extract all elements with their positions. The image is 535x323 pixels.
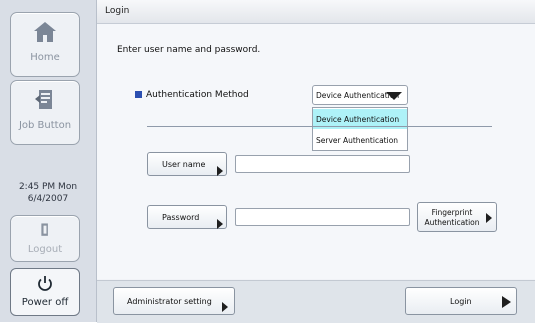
password-input[interactable] bbox=[235, 208, 410, 226]
auth-method-dropdown[interactable]: Device Authentication bbox=[312, 85, 408, 105]
play-arrow-icon bbox=[502, 296, 511, 308]
title-bar: Login bbox=[97, 0, 535, 24]
job-button-icon bbox=[35, 90, 52, 109]
home-button[interactable]: Home bbox=[10, 12, 80, 77]
fingerprint-label: Fingerprint Authentication bbox=[424, 208, 480, 227]
login-form: Enter user name and password. Authentica… bbox=[97, 24, 535, 279]
password-button[interactable]: Password bbox=[147, 205, 227, 229]
play-arrow-icon bbox=[486, 213, 492, 223]
home-label: Home bbox=[30, 52, 60, 63]
auth-method-label: Authentication Method bbox=[135, 90, 249, 100]
login-button[interactable]: Login bbox=[405, 287, 517, 315]
clock-date: 6/4/2007 bbox=[27, 194, 69, 204]
job-button-label: Job Button bbox=[18, 120, 72, 131]
divider bbox=[147, 126, 492, 127]
power-off-button[interactable]: Power off bbox=[10, 268, 80, 316]
user-name-button[interactable]: User name bbox=[147, 152, 227, 176]
clock: 2:45 PM Mon 6/4/2007 bbox=[0, 181, 96, 205]
dropdown-caret-icon bbox=[386, 92, 402, 100]
logout-icon bbox=[41, 223, 48, 236]
login-screen: Home Job Button 2:45 PM Mon 6/4/2007 Log… bbox=[0, 0, 535, 323]
power-icon bbox=[38, 276, 52, 291]
user-name-label: User name bbox=[162, 160, 206, 169]
admin-label: Administrator setting bbox=[127, 297, 212, 306]
footer-bar: Administrator setting Login bbox=[97, 280, 535, 323]
login-label: Login bbox=[450, 297, 472, 306]
play-arrow-icon bbox=[217, 219, 223, 229]
clock-time: 2:45 PM Mon bbox=[18, 182, 78, 192]
administrator-setting-button[interactable]: Administrator setting bbox=[113, 287, 235, 315]
fingerprint-auth-button[interactable]: Fingerprint Authentication bbox=[417, 202, 497, 232]
job-button[interactable]: Job Button bbox=[10, 80, 80, 145]
auth-method-menu: Device Authentication Server Authenticat… bbox=[312, 107, 408, 151]
instruction-text: Enter user name and password. bbox=[117, 45, 261, 55]
power-off-label: Power off bbox=[21, 297, 69, 308]
play-arrow-icon bbox=[222, 302, 228, 312]
sidebar: Home Job Button 2:45 PM Mon 6/4/2007 Log… bbox=[0, 0, 97, 322]
password-label: Password bbox=[162, 213, 200, 222]
logout-button[interactable]: Logout bbox=[10, 215, 80, 262]
play-arrow-icon bbox=[217, 166, 223, 176]
bullet-square-icon bbox=[135, 91, 142, 98]
user-name-input[interactable] bbox=[235, 155, 410, 173]
logout-label: Logout bbox=[27, 244, 63, 255]
auth-option-server[interactable]: Server Authentication bbox=[313, 130, 407, 150]
home-icon bbox=[34, 22, 56, 42]
page-title: Login bbox=[105, 6, 130, 16]
